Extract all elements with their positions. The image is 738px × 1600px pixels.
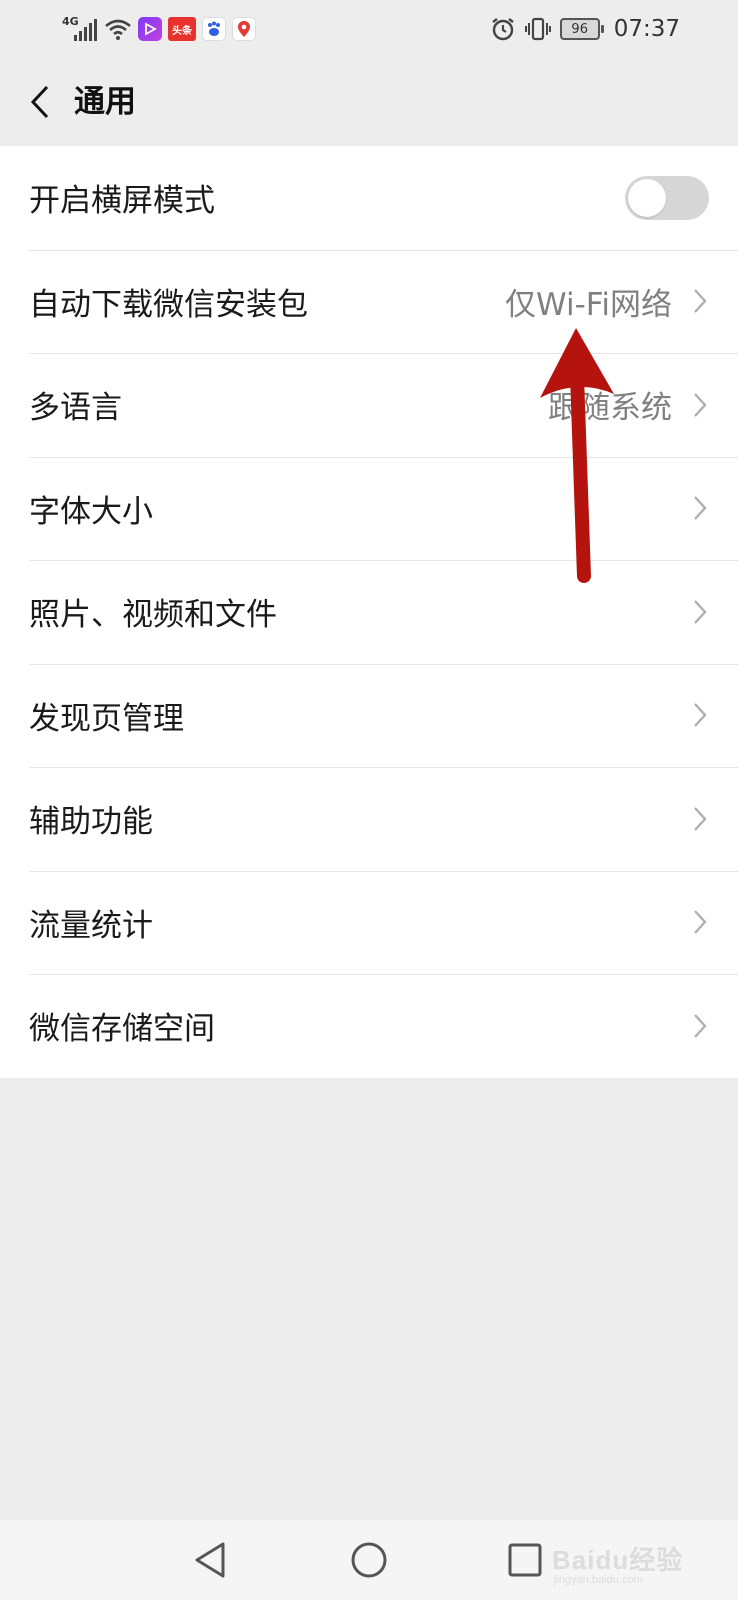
chevron-right-icon bbox=[694, 289, 707, 314]
navigation-bar: Baidu经验 jingyan.baidu.com bbox=[0, 1520, 738, 1600]
setting-label: 字体大小 bbox=[29, 493, 153, 530]
setting-label: 辅助功能 bbox=[29, 804, 153, 841]
watermark-text: Baidu经验 bbox=[552, 1545, 684, 1575]
chevron-right-icon bbox=[694, 703, 707, 728]
vibrate-icon bbox=[524, 17, 551, 41]
chevron-left-icon bbox=[30, 85, 49, 119]
setting-data-usage[interactable]: 流量统计 bbox=[0, 870, 738, 975]
settings-list: 开启横屏模式 自动下载微信安装包 仅Wi-Fi网络 多语言 跟随系统 字体大小 … bbox=[0, 146, 738, 1078]
video-app-icon bbox=[138, 17, 162, 41]
home-circle-icon bbox=[351, 1542, 387, 1578]
battery-icon: 96 bbox=[559, 18, 604, 40]
chevron-right-icon bbox=[694, 910, 707, 935]
page-title: 通用 bbox=[74, 84, 136, 120]
baidu-watermark: Baidu经验 jingyan.baidu.com bbox=[548, 1532, 698, 1592]
watermark-sub: jingyan.baidu.com bbox=[554, 1574, 643, 1586]
toutiao-app-icon: 头条 bbox=[168, 17, 196, 41]
status-left: 4G 头条 bbox=[62, 14, 256, 44]
setting-storage[interactable]: 微信存储空间 bbox=[0, 974, 738, 1078]
landscape-mode-toggle[interactable] bbox=[625, 175, 709, 220]
toutiao-label: 头条 bbox=[172, 25, 192, 37]
recents-square-icon bbox=[508, 1543, 542, 1577]
status-right: 96 07:37 bbox=[490, 14, 680, 44]
setting-font-size[interactable]: 字体大小 bbox=[0, 456, 738, 561]
setting-landscape-mode[interactable]: 开启横屏模式 bbox=[0, 146, 738, 250]
chevron-right-icon bbox=[694, 392, 707, 417]
setting-label: 自动下载微信安装包 bbox=[29, 286, 308, 323]
nav-back-button[interactable] bbox=[188, 1538, 232, 1582]
nav-home-button[interactable] bbox=[347, 1538, 391, 1582]
chevron-right-icon bbox=[694, 496, 707, 521]
status-bar: 4G 头条 96 07:37 bbox=[0, 0, 738, 58]
setting-value: 仅Wi-Fi网络 bbox=[505, 286, 672, 323]
toggle-knob bbox=[628, 178, 666, 217]
baidu-app-icon bbox=[202, 17, 226, 41]
setting-discover-management[interactable]: 发现页管理 bbox=[0, 663, 738, 768]
setting-auto-download[interactable]: 自动下载微信安装包 仅Wi-Fi网络 bbox=[0, 249, 738, 354]
setting-label: 流量统计 bbox=[29, 907, 153, 944]
setting-media-files[interactable]: 照片、视频和文件 bbox=[0, 560, 738, 664]
setting-language[interactable]: 多语言 跟随系统 bbox=[0, 353, 738, 457]
alarm-icon bbox=[491, 18, 514, 41]
setting-accessibility[interactable]: 辅助功能 bbox=[0, 767, 738, 871]
setting-label: 微信存储空间 bbox=[29, 1011, 215, 1048]
app-header: 通用 bbox=[0, 58, 738, 146]
status-time: 07:37 bbox=[613, 16, 680, 42]
back-button[interactable] bbox=[16, 78, 64, 126]
nav-recents-button[interactable] bbox=[503, 1538, 547, 1582]
chevron-right-icon bbox=[694, 806, 707, 831]
chevron-right-icon bbox=[694, 1013, 707, 1038]
setting-label: 照片、视频和文件 bbox=[29, 597, 277, 634]
setting-label: 多语言 bbox=[29, 390, 122, 427]
map-app-icon bbox=[232, 17, 256, 41]
signal-icon: 4G bbox=[62, 15, 98, 43]
setting-label: 发现页管理 bbox=[29, 700, 184, 737]
setting-value: 跟随系统 bbox=[548, 390, 672, 427]
wifi-icon bbox=[105, 19, 131, 40]
chevron-right-icon bbox=[694, 599, 707, 624]
setting-label: 开启横屏模式 bbox=[29, 183, 215, 220]
battery-level: 96 bbox=[571, 21, 588, 37]
back-triangle-icon bbox=[195, 1542, 225, 1578]
